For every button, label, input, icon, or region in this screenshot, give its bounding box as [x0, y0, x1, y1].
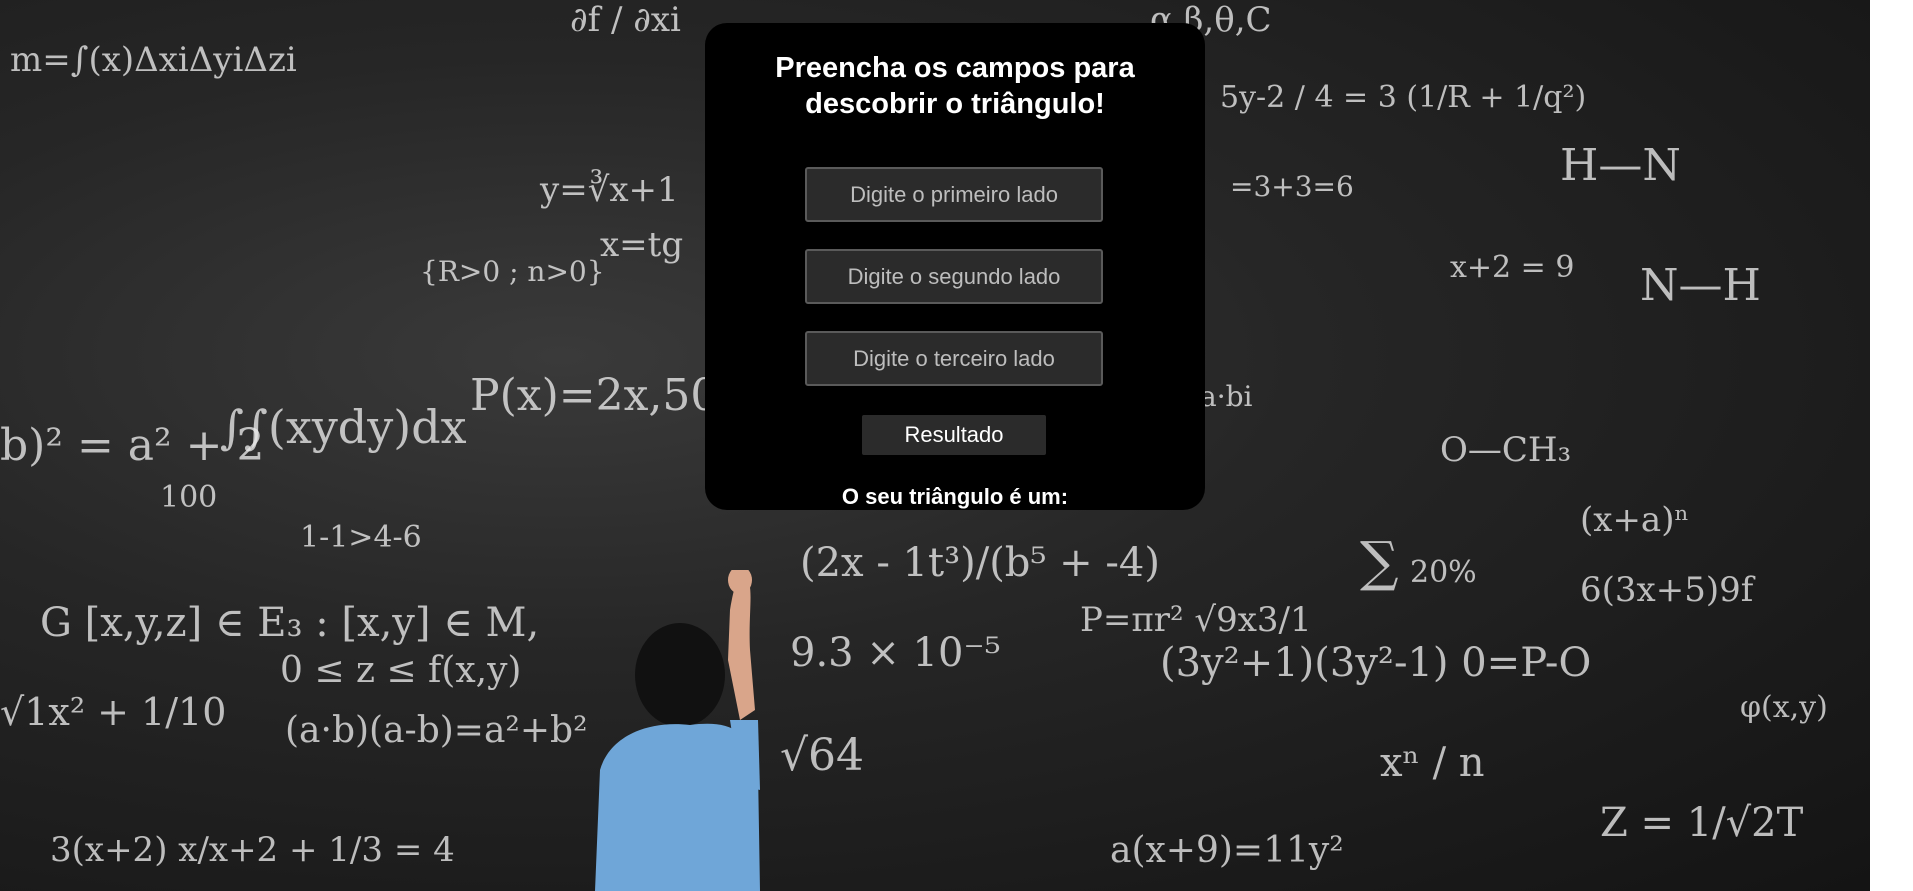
second-side-input[interactable]: [805, 249, 1103, 304]
child-illustration: [595, 570, 760, 891]
first-side-input[interactable]: [805, 167, 1103, 222]
form-title: Preencha os campos para descobrir o triâ…: [775, 52, 1135, 120]
result-button[interactable]: Resultado: [862, 415, 1046, 455]
triangle-form-card: Preencha os campos para descobrir o triâ…: [705, 23, 1205, 510]
page-right-margin: [1870, 0, 1913, 891]
result-label: O seu triângulo é um:: [841, 484, 1069, 509]
third-side-input[interactable]: [805, 331, 1103, 386]
